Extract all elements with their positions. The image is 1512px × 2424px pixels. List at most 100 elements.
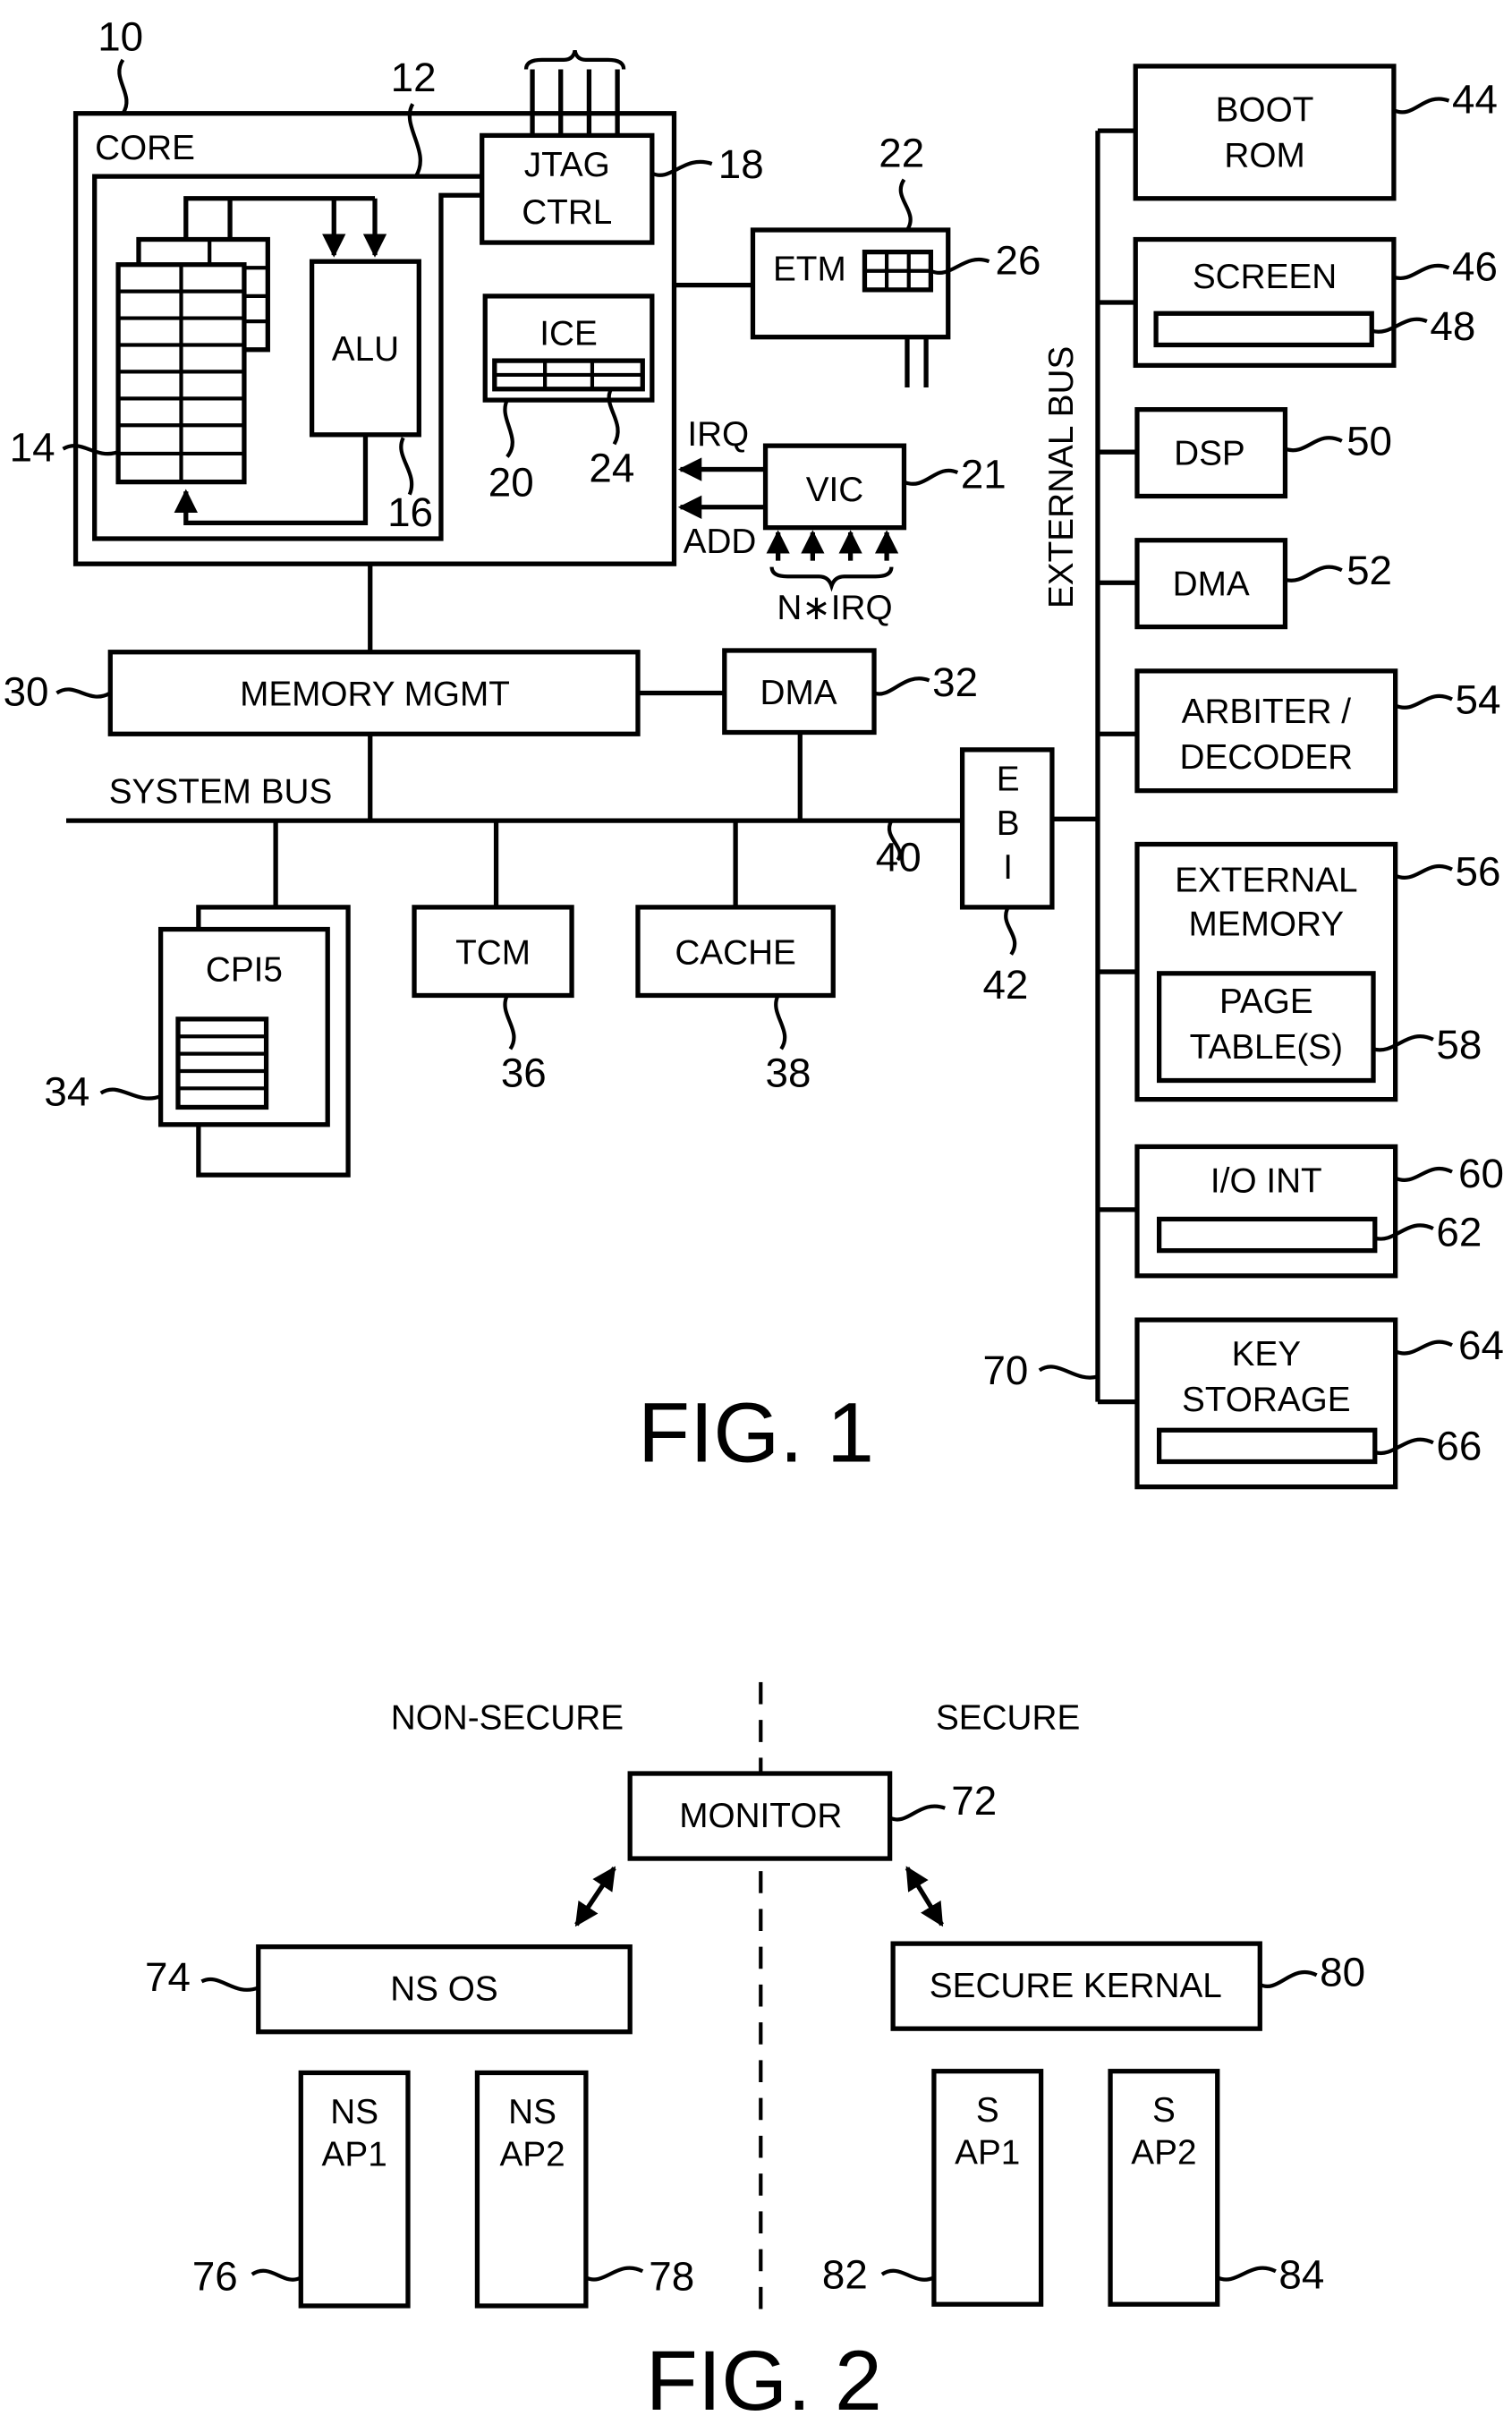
vic-irq-label: IRQ xyxy=(687,415,749,454)
secure-kernel-leader xyxy=(1259,1969,1318,1988)
ice-ref: 20 xyxy=(488,459,534,505)
ice-register-ref: 24 xyxy=(589,446,634,491)
external-bus-leader xyxy=(1038,1365,1099,1380)
dma-system-leader xyxy=(873,676,930,696)
ns-ap2-leader xyxy=(584,2266,644,2282)
tcm-leader xyxy=(503,994,516,1050)
key-storage-buffer-ref: 66 xyxy=(1436,1424,1482,1469)
cp15-registers xyxy=(175,1016,269,1110)
register-bank xyxy=(115,236,270,485)
external-bus-label: EXTERNAL BUS xyxy=(1042,346,1081,608)
core-block: CORE 10 12 14 ALU 16 JTAG CTRL 18 ICE 20… xyxy=(10,13,764,566)
ebi-letter-e: E xyxy=(997,761,1020,799)
ebi-letter-b: B xyxy=(997,804,1020,843)
s-ap2-leader xyxy=(1216,2266,1277,2282)
secure-kernel-label: SECURE KERNAL xyxy=(930,1967,1222,2005)
cp15-leader xyxy=(99,1087,162,1101)
core-leader xyxy=(117,58,129,115)
ebi-leader xyxy=(1004,906,1017,956)
ns-ap2-ref: 78 xyxy=(649,2253,694,2299)
screen-leader xyxy=(1393,263,1450,281)
dsp-leader xyxy=(1284,436,1343,453)
ns-os-ref: 74 xyxy=(145,1954,191,2000)
ns-ap1-leader xyxy=(251,2268,302,2282)
secure-label: SECURE xyxy=(936,1699,1080,1738)
etm-ref: 22 xyxy=(879,131,924,176)
s-ap1-line2: AP1 xyxy=(955,2134,1020,2173)
screen-ref: 46 xyxy=(1452,243,1498,289)
monitor-secure-kernel-arrow xyxy=(905,1866,944,1927)
io-int-ref: 60 xyxy=(1458,1151,1504,1196)
page-tables-line2: TABLE(S) xyxy=(1190,1028,1343,1067)
boot-rom-leader xyxy=(1393,97,1450,115)
cp15-label: CPI5 xyxy=(206,951,283,990)
jtag-pins-brace xyxy=(523,49,626,70)
vic-ref: 21 xyxy=(961,452,1007,498)
core-label: CORE xyxy=(95,129,195,167)
io-int-buffer-ref: 62 xyxy=(1436,1209,1482,1255)
s-ap2-line1: S xyxy=(1152,2091,1176,2130)
vic-nirq-label: N∗IRQ xyxy=(777,589,892,627)
dsp-ref: 50 xyxy=(1346,419,1392,464)
cache-label: CACHE xyxy=(675,933,796,972)
system-bus-label: SYSTEM BUS xyxy=(109,773,333,812)
cp15-ref: 34 xyxy=(44,1069,89,1115)
vic-add-label: ADD xyxy=(684,523,757,561)
monitor-label: MONITOR xyxy=(679,1797,842,1835)
jtag-ref: 18 xyxy=(718,141,764,187)
memory-mgmt-ref: 30 xyxy=(4,669,49,715)
dma-external-ref: 52 xyxy=(1346,548,1392,593)
alu-label: ALU xyxy=(332,330,399,369)
fig1-caption: FIG. 1 xyxy=(638,1385,874,1480)
vic-leader xyxy=(903,468,959,486)
monitor-ns-os-arrow xyxy=(574,1866,616,1927)
ns-ap2-line2: AP2 xyxy=(499,2135,565,2173)
key-storage-leader xyxy=(1394,1340,1453,1356)
ns-ap1-line2: AP1 xyxy=(322,2135,387,2173)
external-bus-ref: 70 xyxy=(982,1348,1028,1393)
dma-system-label: DMA xyxy=(760,674,837,712)
fig2-caption: FIG. 2 xyxy=(646,2334,882,2424)
core-ref: 10 xyxy=(98,13,143,59)
s-ap1-ref: 82 xyxy=(822,2252,868,2298)
boot-rom-line1: BOOT xyxy=(1216,91,1314,130)
fig1: CORE 10 12 14 ALU 16 JTAG CTRL 18 ICE 20… xyxy=(4,13,1504,1490)
tcm-label: TCM xyxy=(455,933,531,972)
page-tables-ref: 58 xyxy=(1436,1022,1482,1067)
etm-label: ETM xyxy=(773,250,846,288)
cache-leader xyxy=(774,994,787,1050)
ebi-ref: 42 xyxy=(982,962,1028,1008)
dma-external-label: DMA xyxy=(1173,565,1250,603)
ns-ap1-ref: 76 xyxy=(192,2253,238,2299)
page-tables-line1: PAGE xyxy=(1219,982,1313,1021)
screen-buffer-ref: 48 xyxy=(1430,303,1475,349)
jtag-line1: JTAG xyxy=(524,146,610,184)
external-memory-line2: MEMORY xyxy=(1189,906,1345,944)
internal-bus-ref: 12 xyxy=(391,55,437,100)
tcm-ref: 36 xyxy=(501,1050,547,1096)
io-int-buffer xyxy=(1156,1216,1378,1254)
s-ap2-line2: AP2 xyxy=(1131,2134,1196,2173)
dma-external-leader xyxy=(1284,565,1343,583)
boot-rom-box xyxy=(1133,64,1397,201)
fig2: NON-SECURE SECURE MONITOR 72 NS OS 74 SE… xyxy=(145,1681,1365,2424)
vic-label: VIC xyxy=(806,471,864,509)
s-ap2-ref: 84 xyxy=(1278,2252,1324,2298)
boot-rom-line2: ROM xyxy=(1224,137,1304,175)
nirq-brace xyxy=(769,566,894,592)
ns-os-leader xyxy=(200,1977,259,1992)
external-memory-line1: EXTERNAL xyxy=(1175,861,1357,899)
key-storage-buffer xyxy=(1156,1427,1378,1465)
arbiter-leader xyxy=(1394,693,1453,710)
external-memory-ref: 56 xyxy=(1456,848,1501,894)
jtag-line2: CTRL xyxy=(522,193,612,232)
screen-buffer xyxy=(1153,310,1374,348)
key-storage-line2: STORAGE xyxy=(1182,1381,1351,1419)
ns-ap2-line1: NS xyxy=(508,2093,556,2131)
s-ap1-line1: S xyxy=(976,2091,999,2130)
non-secure-label: NON-SECURE xyxy=(391,1699,624,1738)
arbiter-line2: DECODER xyxy=(1180,738,1354,777)
dma-system-ref: 32 xyxy=(932,659,978,705)
etm-leader xyxy=(898,178,913,232)
ebi-letter-i: I xyxy=(1003,848,1013,887)
